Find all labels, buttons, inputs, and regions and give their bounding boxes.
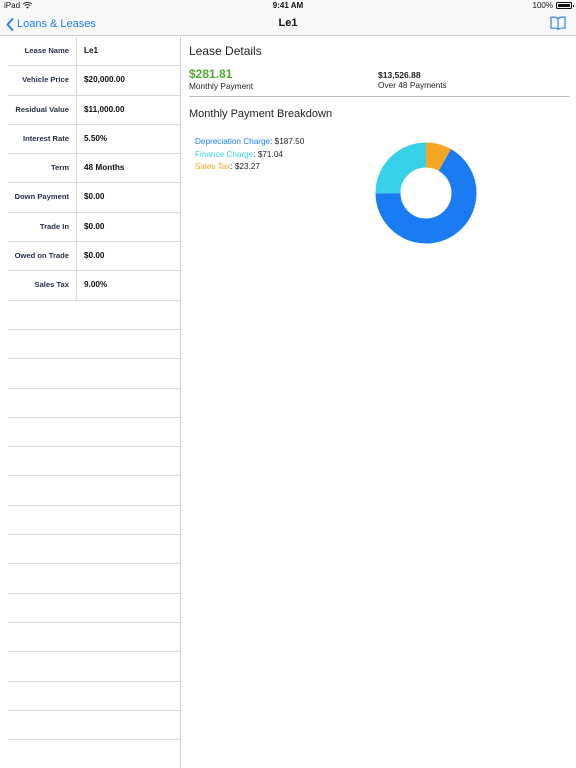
input-row-owed-on-trade[interactable]: Owed on Trade $0.00: [8, 242, 180, 272]
lease-name-field[interactable]: Le1: [77, 37, 180, 65]
empty-row: [8, 682, 180, 711]
input-row-lease-name[interactable]: Lease Name Le1: [8, 37, 180, 67]
empty-row: [8, 418, 180, 448]
battery-icon: [556, 2, 574, 9]
battery-indicator: 100%: [532, 1, 574, 10]
empty-row: [8, 359, 180, 389]
input-row-term[interactable]: Term 48 Months: [8, 154, 180, 184]
sales-tax-field[interactable]: 9.00%: [77, 271, 180, 299]
page-title: Le1: [278, 17, 298, 29]
book-icon[interactable]: [550, 16, 566, 30]
battery-percent: 100%: [532, 1, 553, 10]
empty-row: [8, 301, 180, 330]
empty-row: [8, 740, 180, 768]
monthly-payment-amount: $281.81: [189, 67, 233, 81]
input-row-sales-tax[interactable]: Sales Tax 9.00%: [8, 271, 180, 301]
monthly-payment: $281.81 Monthly Payment: [189, 67, 254, 92]
term-field[interactable]: 48 Months: [77, 154, 180, 182]
input-row-interest-rate[interactable]: Interest Rate 5.50%: [8, 124, 180, 155]
input-label: Down Payment: [8, 183, 77, 212]
input-label: Interest Rate: [8, 124, 77, 154]
section-divider: [189, 96, 570, 97]
monthly-payment-caption: Monthly Payment: [189, 81, 254, 91]
empty-row: [8, 594, 180, 623]
empty-row: [8, 447, 180, 477]
breakdown-legend: Depreciation Charge: $187.50 Finance Cha…: [195, 136, 304, 174]
input-label: Trade In: [8, 212, 77, 242]
total-payments: $13,526.88 Over 48 Payments: [378, 70, 447, 91]
empty-row: [8, 506, 180, 536]
lease-details-panel: Lease Details $281.81 Monthly Payment $1…: [181, 37, 576, 768]
legend-item-depreciation: Depreciation Charge: $187.50: [195, 136, 304, 149]
payment-breakdown-donut-chart: [375, 142, 477, 244]
input-row-down-payment[interactable]: Down Payment $0.00: [8, 183, 180, 213]
input-label: Vehicle Price: [8, 66, 77, 95]
residual-value-field[interactable]: $11,000.00: [77, 96, 180, 124]
legend-name: Depreciation Charge: [195, 137, 271, 146]
total-payments-amount: $13,526.88: [378, 70, 421, 80]
legend-item-finance: Finance Charge: $71.04: [195, 149, 304, 162]
owed-on-trade-field[interactable]: $0.00: [77, 242, 180, 270]
lease-details-heading: Lease Details: [189, 44, 262, 58]
input-label: Term: [8, 154, 77, 183]
empty-row: [8, 389, 180, 418]
input-label: Residual Value: [8, 95, 77, 124]
empty-row: [8, 535, 180, 565]
empty-row: [8, 623, 180, 653]
legend-name: Finance Charge: [195, 149, 254, 159]
vehicle-price-field[interactable]: $20,000.00: [77, 66, 180, 94]
legend-value: : $71.04: [253, 149, 283, 159]
down-payment-field[interactable]: $0.00: [77, 183, 180, 211]
empty-row: [8, 476, 180, 506]
legend-item-sales-tax: Sales Tax: $23.27: [195, 161, 304, 174]
empty-row: [8, 652, 180, 682]
status-bar: iPad 9:41 AM 100%: [0, 0, 576, 12]
interest-rate-field[interactable]: 5.50%: [77, 125, 180, 153]
navigation-bar: Loans & Leases Le1: [0, 12, 576, 36]
input-label: Owed on Trade: [8, 242, 77, 271]
legend-name: Sales Tax: [195, 162, 231, 171]
input-label: Sales Tax: [8, 271, 77, 300]
empty-row: [8, 564, 180, 594]
empty-row: [8, 330, 180, 360]
total-payments-caption: Over 48 Payments: [378, 80, 447, 90]
lease-inputs-table: Lease Name Le1 Vehicle Price $20,000.00 …: [8, 37, 181, 768]
breakdown-heading: Monthly Payment Breakdown: [189, 108, 333, 120]
legend-value: : $187.50: [270, 137, 305, 146]
input-row-residual-value[interactable]: Residual Value $11,000.00: [8, 95, 180, 125]
trade-in-field[interactable]: $0.00: [77, 213, 180, 241]
empty-rows: [8, 301, 180, 768]
empty-row: [8, 711, 180, 741]
input-row-trade-in[interactable]: Trade In $0.00: [8, 212, 180, 243]
input-label: Lease Name: [8, 37, 77, 66]
input-row-vehicle-price[interactable]: Vehicle Price $20,000.00: [8, 66, 180, 96]
legend-value: : $23.27: [230, 162, 260, 171]
status-time: 9:41 AM: [272, 1, 304, 10]
